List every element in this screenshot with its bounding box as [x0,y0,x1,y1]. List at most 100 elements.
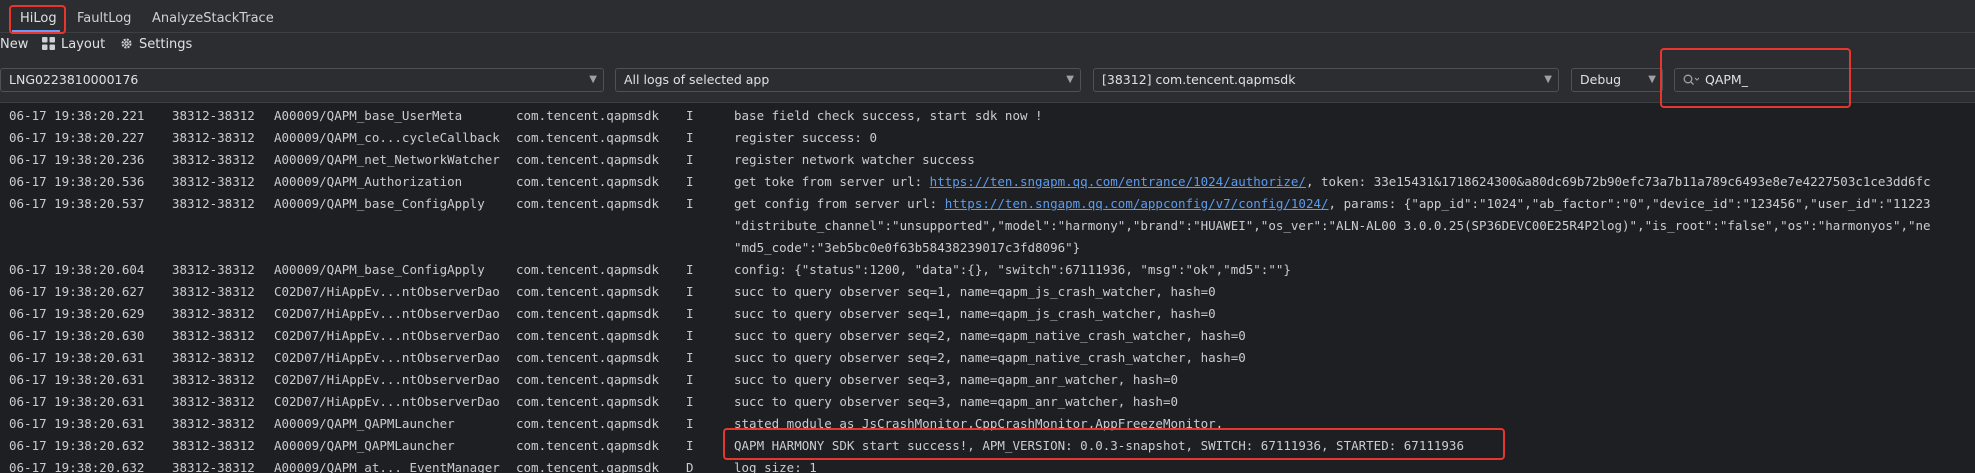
log-message: succ to query observer seq=2, name=qapm_… [734,328,1246,343]
log-level: I [686,108,694,123]
log-row[interactable]: 06-17 19:38:20.631 38312-38312 A00009/QAPM… [0,413,1975,435]
log-tag: C02D07/HiAppEv...ntObserverDao [274,372,500,387]
log-package: com.tencent.qapmsdk [516,130,659,145]
log-package: com.tencent.qapmsdk [516,460,659,473]
log-level: I [686,284,694,299]
log-pid: 38312-38312 [172,372,255,387]
process-select-value: [38312] com.tencent.qapmsdk [1102,72,1296,87]
log-timestamp: 06-17 19:38:20.627 [9,284,145,299]
log-tag: A00009/QAPM_QAPMLauncher [274,416,455,431]
settings-label: Settings [139,37,193,52]
log-tag: A00009/QAPM_base_ConfigApply [274,262,485,277]
device-select-value: LNG0223810000176 [9,72,139,87]
log-package: com.tencent.qapmsdk [516,394,659,409]
settings-button[interactable]: Settings [120,33,192,59]
log-tag: A00009/QAPM_base_UserMeta [274,108,463,123]
level-select[interactable]: Debug ▼ [1571,68,1663,92]
log-package: com.tencent.qapmsdk [516,416,659,431]
search-input[interactable]: QAPM_ [1674,68,1975,92]
log-tag: C02D07/HiAppEv...ntObserverDao [274,394,500,409]
log-row[interactable]: 06-17 19:38:20.227 38312-38312 A00009/QAPM… [0,127,1975,149]
log-package: com.tencent.qapmsdk [516,372,659,387]
log-row[interactable]: 06-17 19:38:20.536 38312-38312 A00009/QAPM… [0,171,1975,193]
log-timestamp: 06-17 19:38:20.629 [9,306,145,321]
log-package: com.tencent.qapmsdk [516,438,659,453]
log-package: com.tencent.qapmsdk [516,284,659,299]
log-row[interactable]: 06-17 19:38:20.631 38312-38312 C02D07/HiAp… [0,369,1975,391]
active-tab-indicator [12,30,60,32]
log-level: I [686,372,694,387]
log-pid: 38312-38312 [172,284,255,299]
log-tag: C02D07/HiAppEv...ntObserverDao [274,284,500,299]
log-message: register success: 0 [734,130,877,145]
new-label: New [0,37,29,52]
log-tag: A00009/QAPM_net_NetworkWatcher [274,152,500,167]
log-row[interactable]: 06-17 19:38:20.632 38312-38312 A00009/QAPM… [0,435,1975,457]
new-button[interactable]: New [0,33,28,59]
chevron-down-icon: ▼ [1648,74,1656,85]
log-row[interactable]: 06-17 19:38:20.537 38312-38312 A00009/QAPM… [0,193,1975,215]
filter-bar: LNG0223810000176 ▼ All logs of selected … [0,59,1975,103]
log-row[interactable]: 06-17 19:38:20.631 38312-38312 C02D07/HiAp… [0,391,1975,413]
log-message: get config from server url: https://ten.… [734,196,1931,211]
log-row[interactable]: 06-17 19:38:20.236 38312-38312 A00009/QAPM… [0,149,1975,171]
log-timestamp: 06-17 19:38:20.632 [9,438,145,453]
log-timestamp: 06-17 19:38:20.630 [9,328,145,343]
log-pid: 38312-38312 [172,438,255,453]
process-select[interactable]: [38312] com.tencent.qapmsdk ▼ [1093,68,1559,92]
log-output[interactable]: 06-17 19:38:20.221 38312-38312 A00009/QAPM… [0,103,1975,473]
log-row[interactable]: 06-17 19:38:20.627 38312-38312 C02D07/HiAp… [0,281,1975,303]
log-level: I [686,328,694,343]
log-tag: A00009/QAPM_co...cycleCallback [274,130,500,145]
log-row[interactable]: 06-17 19:38:20.630 38312-38312 C02D07/HiAp… [0,325,1975,347]
log-level: I [686,152,694,167]
log-message: config: {"status":1200, "data":{}, "swit… [734,262,1291,277]
log-level: I [686,196,694,211]
log-level: I [686,130,694,145]
device-select[interactable]: LNG0223810000176 ▼ [0,68,604,92]
chevron-down-icon: ▼ [589,74,597,85]
log-message: QAPM HARMONY SDK start success!, APM_VER… [734,438,1464,453]
log-row[interactable]: 06-17 19:38:20.221 38312-38312 A00009/QAPM… [0,105,1975,127]
log-level: I [686,394,694,409]
log-pid: 38312-38312 [172,328,255,343]
log-url-link[interactable]: https://ten.sngapm.qq.com/entrance/1024/… [930,174,1306,189]
log-row[interactable]: 06-17 19:38:20.631 38312-38312 C02D07/HiAp… [0,347,1975,369]
log-scope-select-value: All logs of selected app [624,72,770,87]
log-level: I [686,438,694,453]
layout-button[interactable]: Layout [42,33,105,59]
log-message: succ to query observer seq=3, name=qapm_… [734,394,1179,409]
log-message: get toke from server url: https://ten.sn… [734,174,1931,189]
log-scope-select[interactable]: All logs of selected app ▼ [615,68,1081,92]
log-message: succ to query observer seq=1, name=qapm_… [734,284,1216,299]
log-pid: 38312-38312 [172,196,255,211]
log-package: com.tencent.qapmsdk [516,152,659,167]
search-input-value: QAPM_ [1705,72,1748,87]
log-row[interactable]: 06-17 19:38:20.604 38312-38312 A00009/QAPM… [0,259,1975,281]
log-message: succ to query observer seq=1, name=qapm_… [734,306,1216,321]
log-timestamp: 06-17 19:38:20.631 [9,416,145,431]
log-row[interactable]: 06-17 19:38:20.629 38312-38312 C02D07/HiAp… [0,303,1975,325]
tab-faultlog[interactable]: FaultLog [77,0,131,32]
log-message: log size: 1 [734,460,817,473]
log-tag: C02D07/HiAppEv...ntObserverDao [274,328,500,343]
log-pid: 38312-38312 [172,306,255,321]
log-tag: A00009/QAPM_QAPMLauncher [274,438,455,453]
log-level: I [686,262,694,277]
layout-grid-icon [42,37,55,50]
log-timestamp: 06-17 19:38:20.631 [9,350,145,365]
tab-hilog[interactable]: HiLog [20,0,57,32]
log-row-continuation: "md5_code":"3eb5bc0e0f63b58438239017c3fd… [734,240,1081,255]
log-pid: 38312-38312 [172,152,255,167]
log-tag: C02D07/HiAppEv...ntObserverDao [274,350,500,365]
layout-label: Layout [61,37,106,52]
log-package: com.tencent.qapmsdk [516,328,659,343]
log-url-link[interactable]: https://ten.sngapm.qq.com/appconfig/v7/c… [945,196,1329,211]
search-icon [1683,74,1699,85]
log-package: com.tencent.qapmsdk [516,174,659,189]
log-pid: 38312-38312 [172,460,255,473]
log-row[interactable]: 06-17 19:38:20.632 38312-38312 A00009/QAPM… [0,457,1975,473]
log-timestamp: 06-17 19:38:20.221 [9,108,145,123]
level-select-value: Debug [1580,72,1622,87]
tab-analyzestacktrace[interactable]: AnalyzeStackTrace [152,0,274,32]
